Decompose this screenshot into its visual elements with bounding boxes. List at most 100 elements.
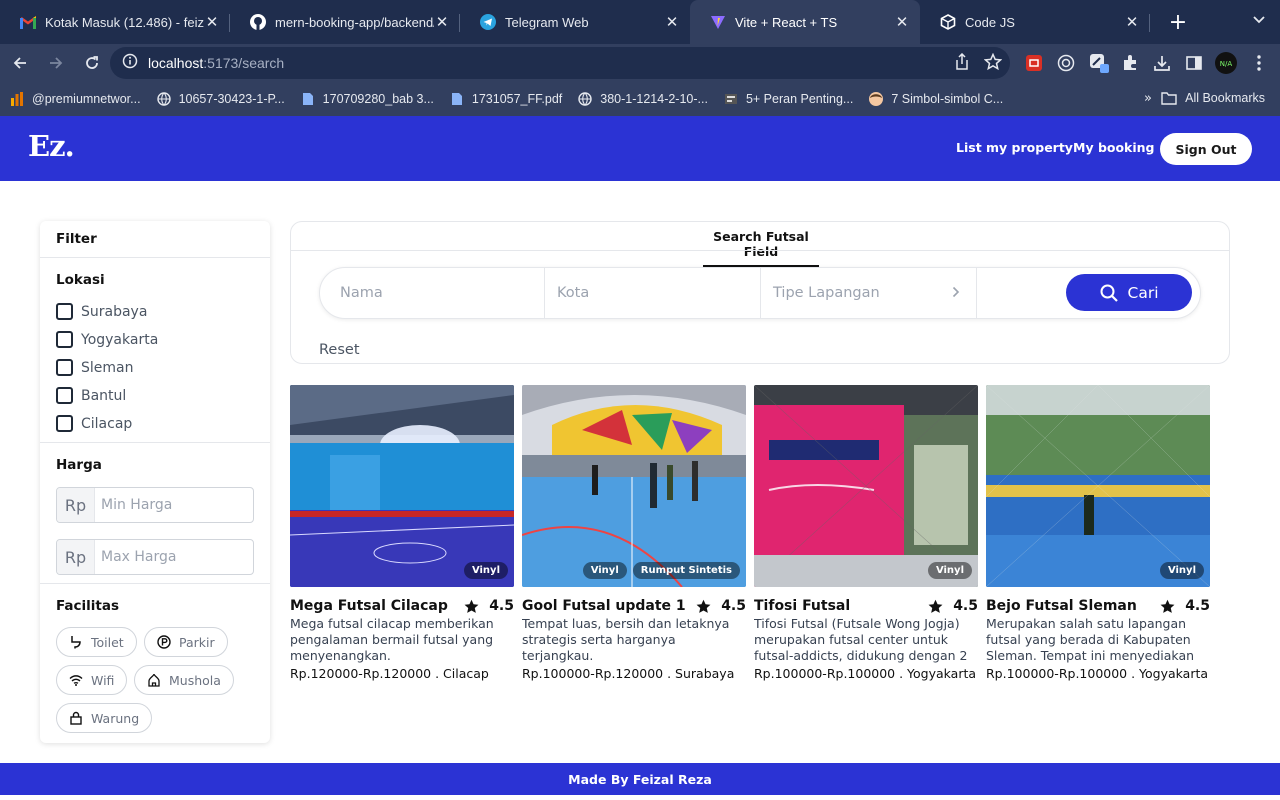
close-icon[interactable]: ✕ [894, 13, 910, 31]
side-panel-icon[interactable] [1183, 52, 1205, 74]
tipe-lapangan-select[interactable]: Tipe Lapangan [761, 268, 977, 318]
url-path: :5173/search [203, 55, 285, 71]
gmail-icon [20, 14, 36, 30]
bookmark-item[interactable]: 380-1-1214-2-10-... [578, 92, 708, 106]
field-photo[interactable]: Vinyl Rumput Sintetis [522, 385, 746, 587]
tab-title: mern-booking-app/backend/ [275, 14, 434, 30]
browser-tab-telegram[interactable]: Telegram Web ✕ [460, 0, 690, 44]
close-icon[interactable]: ✕ [1124, 13, 1140, 31]
search-bar: Nama Kota Tipe Lapangan Cari [319, 267, 1201, 319]
forward-button[interactable] [40, 47, 72, 79]
browser-menu-icon[interactable] [1248, 52, 1270, 74]
back-button[interactable] [4, 47, 36, 79]
rating: 4.5 [464, 598, 514, 614]
checkbox[interactable] [56, 387, 73, 404]
extensions-puzzle-icon[interactable] [1119, 52, 1141, 74]
facility-chip-toilet[interactable]: Toilet [56, 627, 137, 657]
bookmark-label: 7 Simbol-simbol C... [891, 92, 1004, 106]
field-card[interactable]: Vinyl Tifosi Futsal 4.5 Tifosi Futsal (F… [754, 385, 978, 681]
facility-chip-mushola[interactable]: Mushola [134, 665, 234, 695]
field-title[interactable]: Bejo Futsal Sleman [986, 598, 1137, 614]
tab-search-futsal-field[interactable]: Search Futsal Field [703, 229, 819, 267]
profile-avatar-label: N/A [1220, 60, 1233, 68]
search-button[interactable]: Cari [1066, 274, 1192, 311]
extension-target-icon[interactable] [1055, 52, 1077, 74]
field-photo[interactable]: Vinyl [754, 385, 978, 587]
footer-credit: Made By Feizal Reza [568, 771, 712, 787]
checkbox[interactable] [56, 359, 73, 376]
my-booking-link[interactable]: My booking [1073, 140, 1155, 155]
bookmark-item[interactable]: 170709280_bab 3... [301, 92, 434, 106]
fasilitas-title: Facilitas [56, 598, 120, 614]
mosque-icon [147, 673, 161, 687]
chip-label: Parkir [179, 634, 215, 650]
field-card[interactable]: Vinyl Mega Futsal Cilacap 4.5 Mega futsa… [290, 385, 514, 681]
list-property-link[interactable]: List my property [956, 140, 1073, 155]
extension-red-icon[interactable] [1023, 52, 1045, 74]
bookmarks-bar: @premiumnetwor... 10657-30423-1-P... 170… [0, 82, 1280, 116]
checkbox[interactable] [56, 303, 73, 320]
arrow-left-icon [13, 57, 26, 69]
field-price-location: Rp.120000-Rp.120000 . Cilacap [290, 666, 489, 681]
shop-icon [69, 711, 83, 725]
field-card[interactable]: Vinyl Rumput Sintetis Gool Futsal update… [522, 385, 746, 681]
checkbox[interactable] [56, 331, 73, 348]
close-icon[interactable]: ✕ [664, 13, 680, 31]
site-logo[interactable]: Ez. [28, 129, 75, 163]
chip-label: Warung [91, 710, 140, 726]
bookmarks-overflow-button[interactable]: » [1144, 91, 1152, 106]
extension-editor-icon[interactable] [1088, 52, 1110, 74]
field-title[interactable]: Mega Futsal Cilacap [290, 598, 448, 614]
bookmark-label: 380-1-1214-2-10-... [600, 92, 708, 106]
reload-button[interactable] [76, 47, 108, 79]
star-icon [928, 599, 943, 613]
field-title[interactable]: Tifosi Futsal [754, 598, 850, 614]
download-icon[interactable] [1151, 52, 1173, 74]
location-checkbox-yogyakarta[interactable]: Yogyakarta [56, 331, 158, 348]
reset-button[interactable]: Reset [319, 342, 360, 358]
max-price-input[interactable]: Rp Max Harga [56, 539, 254, 575]
share-icon[interactable] [954, 52, 970, 75]
bookmark-item[interactable]: @premiumnetwor... [10, 92, 141, 106]
site-footer: Made By Feizal Reza [0, 763, 1280, 795]
parking-icon [157, 635, 171, 649]
field-title[interactable]: Gool Futsal update 1 [522, 598, 686, 614]
browser-tab-github[interactable]: mern-booking-app/backend/ ✕ [230, 0, 460, 44]
nama-input[interactable]: Nama [320, 268, 545, 318]
bookmark-item[interactable]: 1731057_FF.pdf [450, 92, 562, 106]
location-checkbox-surabaya[interactable]: Surabaya [56, 303, 147, 320]
close-icon[interactable]: ✕ [204, 13, 220, 31]
chevron-right-icon [952, 286, 960, 302]
sign-out-button[interactable]: Sign Out [1160, 133, 1252, 165]
facility-chip-parkir[interactable]: Parkir [144, 627, 228, 657]
field-photo[interactable]: Vinyl [986, 385, 1210, 587]
kota-input[interactable]: Kota [545, 268, 761, 318]
close-icon[interactable]: ✕ [434, 13, 450, 31]
checkbox-label: Sleman [81, 359, 134, 376]
location-checkbox-cilacap[interactable]: Cilacap [56, 415, 132, 432]
location-checkbox-sleman[interactable]: Sleman [56, 359, 133, 376]
facility-chip-warung[interactable]: Warung [56, 703, 153, 733]
all-bookmarks-button[interactable]: All Bookmarks [1161, 91, 1265, 105]
browser-tab-codejs[interactable]: Code JS ✕ [920, 0, 1150, 44]
new-tab-button[interactable]: + [1158, 0, 1198, 44]
all-bookmarks-label: All Bookmarks [1185, 91, 1265, 105]
location-checkbox-bantul[interactable]: Bantul [56, 387, 126, 404]
site-info-icon[interactable] [122, 53, 138, 73]
browser-tab-vite[interactable]: Vite + React + TS ✕ [690, 0, 920, 44]
checkbox[interactable] [56, 415, 73, 432]
field-photo[interactable]: Vinyl [290, 385, 514, 587]
bookmark-item[interactable]: 5+ Peran Penting... [724, 92, 853, 106]
address-bar[interactable]: localhost:5173/search [110, 47, 1010, 79]
search-panel: Search Futsal Field Nama Kota Tipe Lapan… [290, 221, 1230, 364]
bookmark-item[interactable]: 7 Simbol-simbol C... [869, 92, 1003, 106]
chevron-down-icon[interactable] [1252, 12, 1266, 30]
bookmark-item[interactable]: 10657-30423-1-P... [156, 92, 285, 106]
min-price-placeholder: Min Harga [101, 497, 173, 513]
field-card[interactable]: Vinyl Bejo Futsal Sleman 4.5 Merupakan s… [986, 385, 1210, 681]
browser-tab-gmail[interactable]: Kotak Masuk (12.486) - feizal ✕ [0, 0, 230, 44]
facility-chip-wifi[interactable]: Wifi [56, 665, 128, 695]
bookmark-star-icon[interactable] [983, 52, 1003, 75]
profile-avatar[interactable]: N/A [1215, 52, 1237, 74]
min-price-input[interactable]: Rp Min Harga [56, 487, 254, 523]
